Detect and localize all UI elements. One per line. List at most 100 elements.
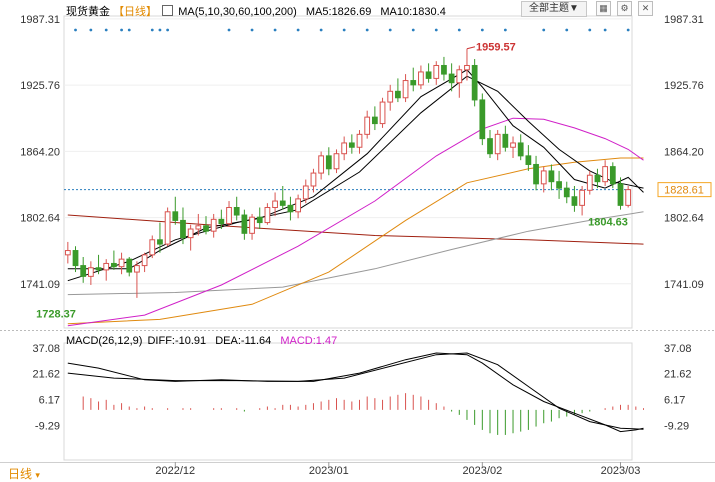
candle-up xyxy=(364,116,371,135)
chart-header: 现货黄金 【日线】 MA(5,10,30,60,100,200) MA5:182… xyxy=(66,3,446,19)
signal-dot xyxy=(457,28,461,32)
macd-dea-value: DEA:-11.64 xyxy=(215,335,272,347)
candle-down xyxy=(203,225,209,232)
macd-layer xyxy=(67,352,645,435)
price-tick-right: 1741.09 xyxy=(664,279,704,291)
candle-down xyxy=(594,174,601,183)
price-tick-left: 1987.31 xyxy=(20,14,60,26)
candle-down xyxy=(471,64,478,101)
candle-down xyxy=(441,64,447,75)
candle-up xyxy=(149,239,156,256)
signal-dot xyxy=(150,28,154,32)
candle-up xyxy=(379,101,386,125)
candle-down xyxy=(395,90,401,99)
signal-dot xyxy=(120,28,123,32)
period-tab-daily[interactable]: 日线 ▾ xyxy=(8,465,40,482)
candle-down xyxy=(502,133,509,148)
macd-tick-left: 6.17 xyxy=(39,395,60,407)
macd-diff-value: DIFF:-10.91 xyxy=(147,335,207,347)
signal-dot xyxy=(503,28,507,32)
candle-up xyxy=(318,155,325,174)
candle-down xyxy=(72,250,79,267)
candle-up xyxy=(433,64,440,79)
candle-up xyxy=(341,142,348,155)
candle-down xyxy=(609,166,616,185)
signal-dot xyxy=(588,28,592,32)
candle-down xyxy=(425,71,432,79)
symbol-name: 现货黄金 xyxy=(66,6,110,18)
macd-panel-frame xyxy=(63,342,633,461)
candle-down xyxy=(617,183,624,206)
grid-icon[interactable]: ▦ xyxy=(596,1,611,16)
signal-dot xyxy=(104,28,108,32)
candle-up xyxy=(210,218,217,232)
price-tick-left: 1802.64 xyxy=(20,213,60,225)
macd-tick-left: 37.08 xyxy=(32,343,60,355)
candle-down xyxy=(157,239,163,245)
checkbox-icon[interactable] xyxy=(162,5,174,16)
candle-up xyxy=(494,133,501,155)
macd-settings-label: MACD(26,12,9) xyxy=(66,335,143,347)
period-tag[interactable]: 【日线】 xyxy=(113,6,157,18)
candle-up xyxy=(586,174,593,191)
x-tick-label: 2023/02 xyxy=(462,465,502,477)
candle-up xyxy=(387,90,394,103)
last-price-value: 1828.61 xyxy=(664,185,704,197)
high-price-label: 1959.57 xyxy=(476,42,516,54)
signal-dot xyxy=(388,28,392,32)
candle-up xyxy=(625,189,632,206)
signal-dot xyxy=(411,28,415,32)
candle-down xyxy=(525,155,532,165)
candle-up xyxy=(456,69,463,84)
candle-up xyxy=(464,64,470,71)
ma-lines-layer xyxy=(67,69,644,327)
ma30-line xyxy=(67,117,644,327)
macd-diff-line xyxy=(67,352,644,433)
signal-dot xyxy=(434,28,438,32)
signal-dot xyxy=(227,28,231,32)
macd-dea-line xyxy=(67,352,644,430)
macd-tick-left: -9.29 xyxy=(35,420,60,432)
candle-up xyxy=(249,216,255,234)
candle-up xyxy=(103,262,110,271)
macd-value: MACD:1.47 xyxy=(280,335,338,347)
signal-dot xyxy=(565,28,569,32)
ma5-line xyxy=(67,69,644,270)
macd-tick-right: 21.62 xyxy=(664,369,692,381)
recent-low-label: 1804.63 xyxy=(588,216,628,228)
price-panel-frame xyxy=(63,15,633,329)
candle-up xyxy=(540,170,547,185)
candle-down xyxy=(95,267,102,271)
candle-down xyxy=(410,80,417,86)
candle-up xyxy=(264,207,271,224)
close-icon[interactable]: ✕ xyxy=(638,1,653,16)
signal-dot xyxy=(273,28,277,32)
candle-up xyxy=(195,225,202,230)
candle-up xyxy=(310,172,317,187)
signal-dot xyxy=(158,28,162,32)
signal-dot xyxy=(250,28,254,32)
gear-icon[interactable]: ⚙ xyxy=(617,1,632,16)
candle-up xyxy=(134,265,140,273)
ma10-value: MA10:1830.4 xyxy=(380,6,446,18)
candle-up xyxy=(579,189,585,206)
price-tick-right: 1987.31 xyxy=(664,14,704,26)
chart-canvas: 1987.31 1987.31 1925.76 1925.76 1864.20 1864.… xyxy=(0,14,715,477)
period-tab-label: 日线 xyxy=(8,467,33,481)
theme-dropdown-button[interactable]: 全部主题▼ xyxy=(521,1,587,17)
price-tick-right: 1925.76 xyxy=(664,80,704,92)
signal-dot xyxy=(296,28,300,32)
candle-up xyxy=(402,80,409,99)
candles-layer xyxy=(64,48,632,298)
candle-down xyxy=(548,170,555,183)
x-tick-label: 2023/03 xyxy=(601,465,641,477)
candle-up xyxy=(164,211,171,245)
candle-down xyxy=(126,258,133,273)
high-pointer xyxy=(466,46,476,50)
ma5-value: MA5:1826.69 xyxy=(305,6,372,18)
candle-down xyxy=(218,218,225,225)
signal-dot xyxy=(89,28,93,32)
signal-dot xyxy=(127,28,131,32)
labels-layer: 1987.31 1987.31 1925.76 1925.76 1864.20 1864.… xyxy=(20,14,712,477)
candle-down xyxy=(233,207,240,216)
